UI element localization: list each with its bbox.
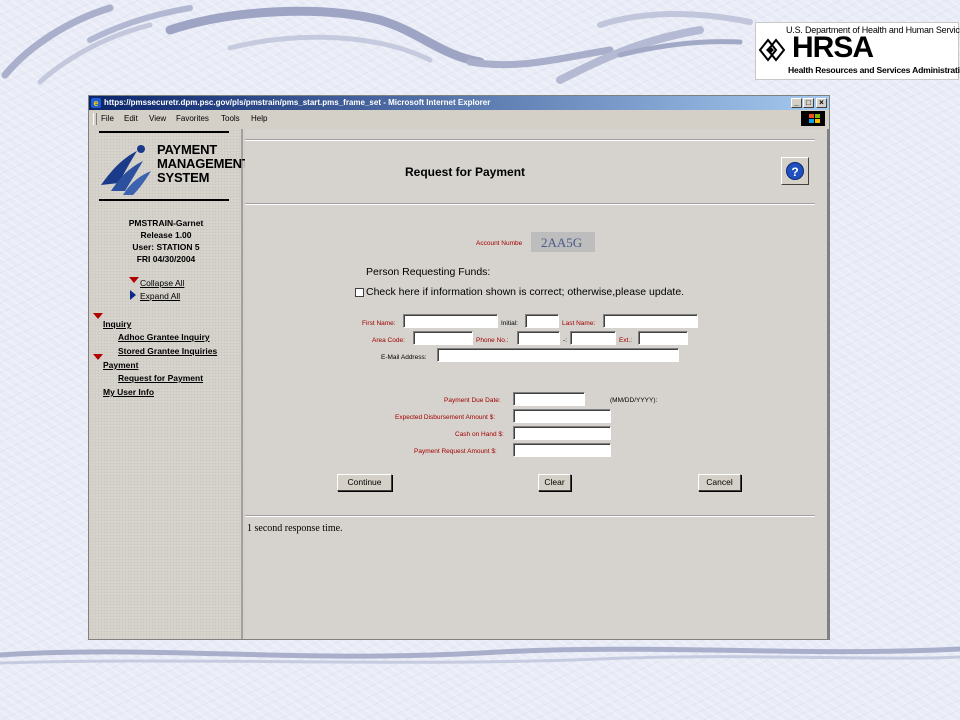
menu-edit[interactable]: Edit: [124, 114, 138, 123]
session-environment: PMSTRAIN-Garnet: [128, 218, 204, 228]
extension-label: Ext.:: [619, 337, 633, 344]
response-time-text: 1 second response time.: [247, 523, 343, 534]
payment-due-date-label: Payment Due Date:: [444, 397, 501, 404]
window-title: https://pmssecuretr.dpm.psc.gov/pls/pmst…: [104, 98, 491, 107]
browser-window: e https://pmssecuretr.dpm.psc.gov/pls/pm…: [88, 95, 830, 640]
confirm-info-text: Check here if information shown is corre…: [366, 286, 685, 298]
logo-rule-top: [99, 131, 229, 133]
initial-input[interactable]: [525, 314, 559, 328]
menu-view[interactable]: View: [149, 114, 166, 123]
cancel-button[interactable]: Cancel: [698, 474, 741, 491]
nav-stored-grantee-inquiries[interactable]: Stored Grantee Inquiries: [118, 346, 217, 356]
top-divider: [245, 139, 815, 141]
account-number-label: Account Numbe: [476, 240, 523, 247]
phone-dash-label: -:: [563, 337, 567, 344]
menu-help[interactable]: Help: [251, 114, 267, 123]
nav-adhoc-grantee-inquiry[interactable]: Adhoc Grantee Inquiry: [118, 332, 210, 342]
nav-request-for-payment[interactable]: Request for Payment: [118, 373, 203, 383]
pms-logo-line-1: PAYMENT: [157, 142, 218, 157]
help-icon: ?: [786, 162, 804, 180]
payment-due-date-input[interactable]: [513, 392, 585, 406]
continue-button[interactable]: Continue: [337, 474, 392, 491]
payment-request-amount-input[interactable]: [513, 443, 611, 457]
minimize-button[interactable]: _: [791, 98, 802, 108]
pms-logo-text: PAYMENT MANAGEMENT SYSTEM: [157, 143, 250, 185]
expected-disbursement-label: Expected Disbursement Amount $:: [395, 414, 496, 421]
footer-divider: [245, 515, 815, 517]
payment-request-amount-label: Payment Request Amount $:: [414, 448, 497, 455]
nav-my-user-info[interactable]: My User Info: [103, 387, 154, 397]
session-user: User: STATION 5: [132, 242, 200, 252]
email-input[interactable]: [437, 348, 679, 362]
collapse-all-link[interactable]: Collapse All: [140, 278, 184, 288]
person-requesting-heading: Person Requesting Funds:: [366, 266, 491, 278]
extension-input[interactable]: [638, 331, 688, 345]
date-format-hint: (MM/DD/YYYY):: [610, 397, 658, 404]
cash-on-hand-input[interactable]: [513, 426, 611, 440]
nav-payment[interactable]: Payment: [103, 360, 138, 370]
nav-inquiry[interactable]: Inquiry: [103, 319, 131, 329]
session-info: PMSTRAIN-Garnet Release 1.00 User: STATI…: [91, 217, 241, 265]
header-divider: [245, 203, 815, 205]
phone-line-input[interactable]: [570, 331, 616, 345]
window-right-edge: [827, 129, 829, 639]
cash-on-hand-label: Cash on Hand $:: [455, 431, 504, 438]
area-code-label: Area Code:: [372, 337, 405, 344]
pms-logo-line-3: SYSTEM: [157, 170, 210, 185]
hrsa-logo: U.S. Department of Health and Human Serv…: [755, 22, 960, 80]
hrsa-wordmark: HRSA: [792, 31, 874, 64]
area-code-input[interactable]: [413, 331, 473, 345]
collapse-arrow-icon: [129, 277, 139, 283]
hhs-eagle-logo-icon: [101, 145, 151, 195]
menu-file[interactable]: File: [101, 114, 114, 123]
content-frame: Request for Payment ? Account Numbe 2AA5…: [245, 129, 827, 639]
first-name-input[interactable]: [403, 314, 498, 328]
expected-disbursement-input[interactable]: [513, 409, 611, 423]
maximize-button[interactable]: □: [803, 98, 814, 108]
session-date: FRI 04/30/2004: [136, 254, 196, 264]
last-name-label: Last Name:: [562, 320, 596, 327]
account-number-value: 2AA5G: [541, 235, 583, 250]
decorative-swoosh-top: [1, 4, 753, 85]
initial-label: Initial:: [501, 320, 518, 327]
decorative-swoosh-bottom: [0, 646, 960, 665]
session-release: Release 1.00: [140, 230, 192, 240]
pms-logo-line-2: MANAGEMENT: [157, 156, 250, 171]
first-name-label: First Name:: [362, 320, 396, 327]
ie-icon: e: [91, 98, 101, 108]
page-title: Request for Payment: [405, 165, 526, 179]
windows-logo-icon: [801, 111, 825, 126]
email-label: E-Mail Address:: [381, 354, 427, 361]
menu-bar: File Edit View Favorites Tools Help: [89, 110, 829, 128]
menu-tools[interactable]: Tools: [221, 114, 240, 123]
close-button[interactable]: ×: [816, 98, 827, 108]
toolbar-grip[interactable]: [93, 113, 97, 125]
logo-rule-bottom: [99, 199, 229, 201]
navigation-frame: PAYMENT MANAGEMENT SYSTEM PMSTRAIN-Garne…: [91, 129, 250, 639]
hrsa-subtitle: Health Resources and Services Administra…: [788, 65, 960, 75]
window-titlebar[interactable]: e https://pmssecuretr.dpm.psc.gov/pls/pm…: [89, 96, 829, 110]
expand-all-link[interactable]: Expand All: [140, 291, 180, 301]
last-name-input[interactable]: [603, 314, 698, 328]
phone-prefix-input[interactable]: [517, 331, 560, 345]
menu-favorites[interactable]: Favorites: [176, 114, 209, 123]
inquiry-expand-icon: [93, 313, 103, 319]
clear-button[interactable]: Clear: [538, 474, 571, 491]
help-button[interactable]: ?: [781, 157, 809, 185]
phone-number-label: Phone No.:: [476, 337, 509, 344]
payment-expand-icon: [93, 354, 103, 360]
hhs-eagle-icon: [758, 38, 786, 62]
confirm-info-checkbox[interactable]: [355, 288, 364, 297]
expand-arrow-icon: [130, 290, 136, 300]
